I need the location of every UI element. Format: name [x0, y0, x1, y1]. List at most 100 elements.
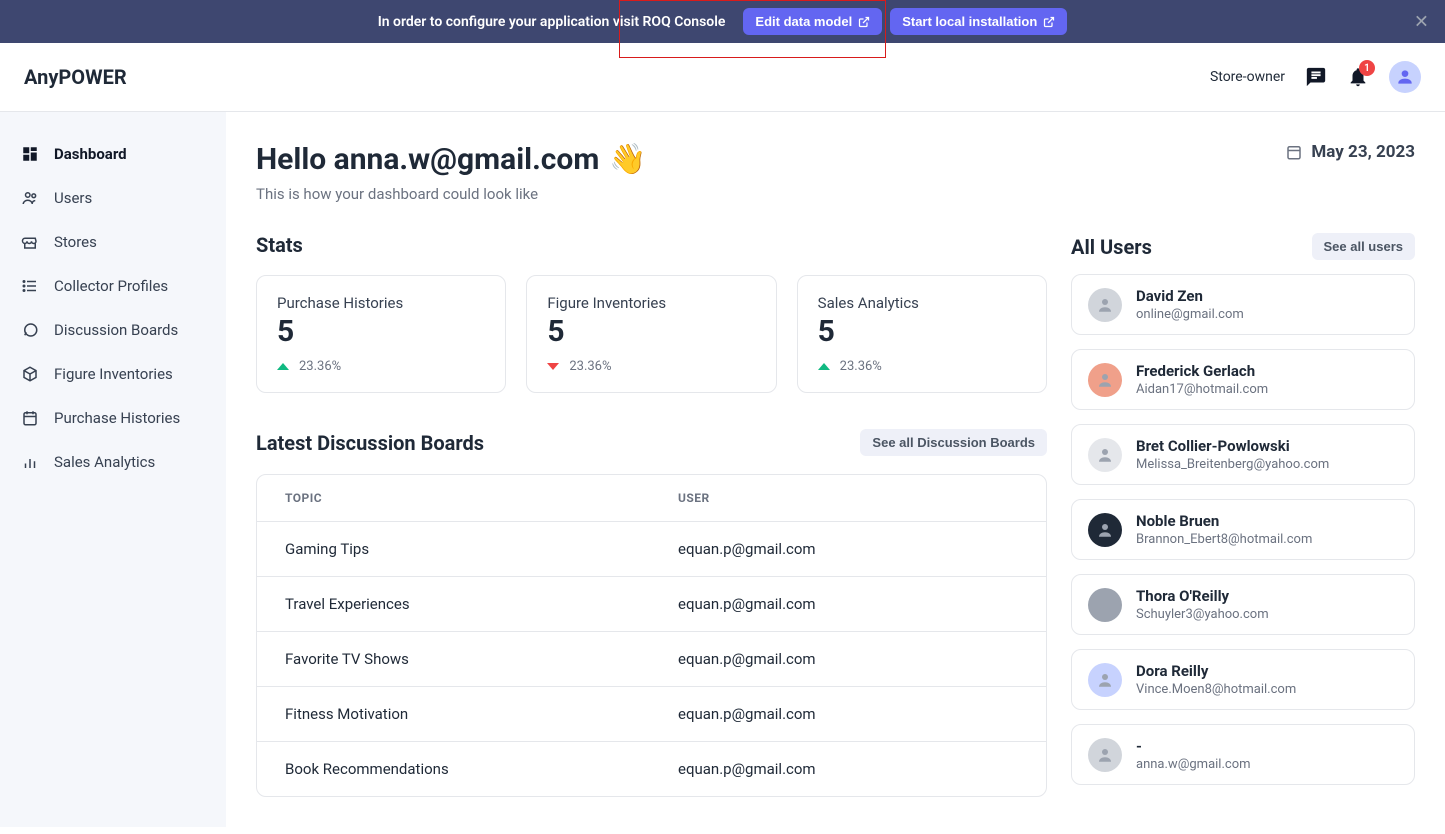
sidebar: Dashboard Users Stores Collector Profile… [0, 112, 226, 827]
user-avatar-icon [1088, 588, 1122, 622]
user-card[interactable]: Thora O'Reilly Schuyler3@yahoo.com [1071, 574, 1415, 635]
user-avatar-icon [1088, 288, 1122, 322]
list-icon [20, 276, 40, 296]
stat-label: Purchase Histories [277, 294, 485, 312]
col-header-topic: TOPIC [285, 491, 678, 505]
start-local-installation-button[interactable]: Start local installation [890, 8, 1067, 35]
table-row[interactable]: Favorite TV Shows equan.p@gmail.com [257, 631, 1046, 686]
stat-value: 5 [818, 314, 1026, 349]
app-logo: AnyPOWER [24, 65, 127, 89]
table-row[interactable]: Book Recommendations equan.p@gmail.com [257, 741, 1046, 796]
cell-topic: Book Recommendations [285, 760, 678, 778]
cell-user: equan.p@gmail.com [678, 760, 1018, 778]
user-name: Noble Bruen [1136, 512, 1312, 530]
box-icon [20, 364, 40, 384]
user-email: Vince.Moen8@hotmail.com [1136, 682, 1296, 697]
user-name: David Zen [1136, 287, 1244, 305]
calendar-icon [20, 408, 40, 428]
user-name: Thora O'Reilly [1136, 587, 1269, 605]
see-all-boards-button[interactable]: See all Discussion Boards [860, 429, 1047, 456]
table-row[interactable]: Gaming Tips equan.p@gmail.com [257, 521, 1046, 576]
user-avatar-icon [1088, 663, 1122, 697]
user-name: Frederick Gerlach [1136, 362, 1268, 380]
sidebar-item-stores[interactable]: Stores [0, 220, 226, 264]
stat-change: 23.36% [547, 359, 755, 374]
user-name: Dora Reilly [1136, 662, 1296, 680]
col-header-user: USER [678, 491, 1018, 505]
header: AnyPOWER Store-owner 1 [0, 43, 1445, 112]
dashboard-icon [20, 144, 40, 164]
sidebar-item-users[interactable]: Users [0, 176, 226, 220]
sidebar-item-purchase-histories[interactable]: Purchase Histories [0, 396, 226, 440]
main-content: Hello anna.w@gmail.com 👋 This is how you… [226, 112, 1445, 827]
user-avatar-icon [1088, 513, 1122, 547]
stat-label: Sales Analytics [818, 294, 1026, 312]
page-subtitle: This is how your dashboard could look li… [256, 185, 647, 203]
sidebar-item-sales-analytics[interactable]: Sales Analytics [0, 440, 226, 484]
stat-label: Figure Inventories [547, 294, 755, 312]
sidebar-item-collector-profiles[interactable]: Collector Profiles [0, 264, 226, 308]
close-icon[interactable]: ✕ [1414, 11, 1429, 32]
cell-user: equan.p@gmail.com [678, 595, 1018, 613]
table-row[interactable]: Travel Experiences equan.p@gmail.com [257, 576, 1046, 631]
boards-title: Latest Discussion Boards [256, 431, 484, 455]
external-link-icon [858, 16, 870, 28]
chat-icon [1305, 66, 1327, 88]
user-avatar[interactable] [1389, 61, 1421, 93]
user-avatar-icon [1088, 738, 1122, 772]
table-row[interactable]: Fitness Motivation equan.p@gmail.com [257, 686, 1046, 741]
user-avatar-icon [1088, 363, 1122, 397]
edit-data-model-button[interactable]: Edit data model [743, 8, 882, 35]
cell-user: equan.p@gmail.com [678, 650, 1018, 668]
trend-up-icon [818, 363, 830, 370]
cell-topic: Favorite TV Shows [285, 650, 678, 668]
user-avatar-icon [1088, 438, 1122, 472]
user-name: - [1136, 737, 1251, 755]
chart-icon [20, 452, 40, 472]
user-role: Store-owner [1210, 68, 1285, 86]
banner-text: In order to configure your application v… [378, 14, 726, 30]
cell-topic: Gaming Tips [285, 540, 678, 558]
notification-badge: 1 [1359, 60, 1375, 76]
stat-value: 5 [277, 314, 485, 349]
stat-value: 5 [547, 314, 755, 349]
users-icon [20, 188, 40, 208]
config-banner: In order to configure your application v… [0, 0, 1445, 43]
sidebar-item-dashboard[interactable]: Dashboard [0, 132, 226, 176]
messages-button[interactable] [1305, 66, 1327, 88]
boards-table: TOPIC USER Gaming Tips equan.p@gmail.com… [256, 474, 1047, 797]
user-email: Melissa_Breitenberg@yahoo.com [1136, 457, 1329, 472]
user-email: Schuyler3@yahoo.com [1136, 607, 1269, 622]
user-email: Aidan17@hotmail.com [1136, 382, 1268, 397]
user-email: online@gmail.com [1136, 307, 1244, 322]
chat-bubble-icon [20, 320, 40, 340]
user-card[interactable]: - anna.w@gmail.com [1071, 724, 1415, 785]
external-link-icon [1043, 16, 1055, 28]
cell-user: equan.p@gmail.com [678, 705, 1018, 723]
stat-card[interactable]: Purchase Histories 5 23.36% [256, 275, 506, 393]
user-card[interactable]: Dora Reilly Vince.Moen8@hotmail.com [1071, 649, 1415, 710]
person-icon [1395, 67, 1415, 87]
page-title: Hello anna.w@gmail.com 👋 [256, 142, 647, 177]
user-card[interactable]: David Zen online@gmail.com [1071, 274, 1415, 335]
user-card[interactable]: Frederick Gerlach Aidan17@hotmail.com [1071, 349, 1415, 410]
user-name: Bret Collier-Powlowski [1136, 437, 1329, 455]
user-email: Brannon_Ebert8@hotmail.com [1136, 532, 1312, 547]
user-email: anna.w@gmail.com [1136, 757, 1251, 772]
users-title: All Users [1071, 235, 1152, 259]
user-card[interactable]: Noble Bruen Brannon_Ebert8@hotmail.com [1071, 499, 1415, 560]
sidebar-item-discussion-boards[interactable]: Discussion Boards [0, 308, 226, 352]
trend-up-icon [277, 363, 289, 370]
see-all-users-button[interactable]: See all users [1312, 233, 1416, 260]
current-date: May 23, 2023 [1285, 142, 1415, 162]
notifications-button[interactable]: 1 [1347, 66, 1369, 88]
sidebar-item-figure-inventories[interactable]: Figure Inventories [0, 352, 226, 396]
stat-change: 23.36% [818, 359, 1026, 374]
user-card[interactable]: Bret Collier-Powlowski Melissa_Breitenbe… [1071, 424, 1415, 485]
stat-change: 23.36% [277, 359, 485, 374]
stat-card[interactable]: Figure Inventories 5 23.36% [526, 275, 776, 393]
trend-down-icon [547, 363, 559, 370]
wave-icon: 👋 [609, 142, 646, 177]
stat-card[interactable]: Sales Analytics 5 23.36% [797, 275, 1047, 393]
stats-title: Stats [256, 233, 1047, 257]
